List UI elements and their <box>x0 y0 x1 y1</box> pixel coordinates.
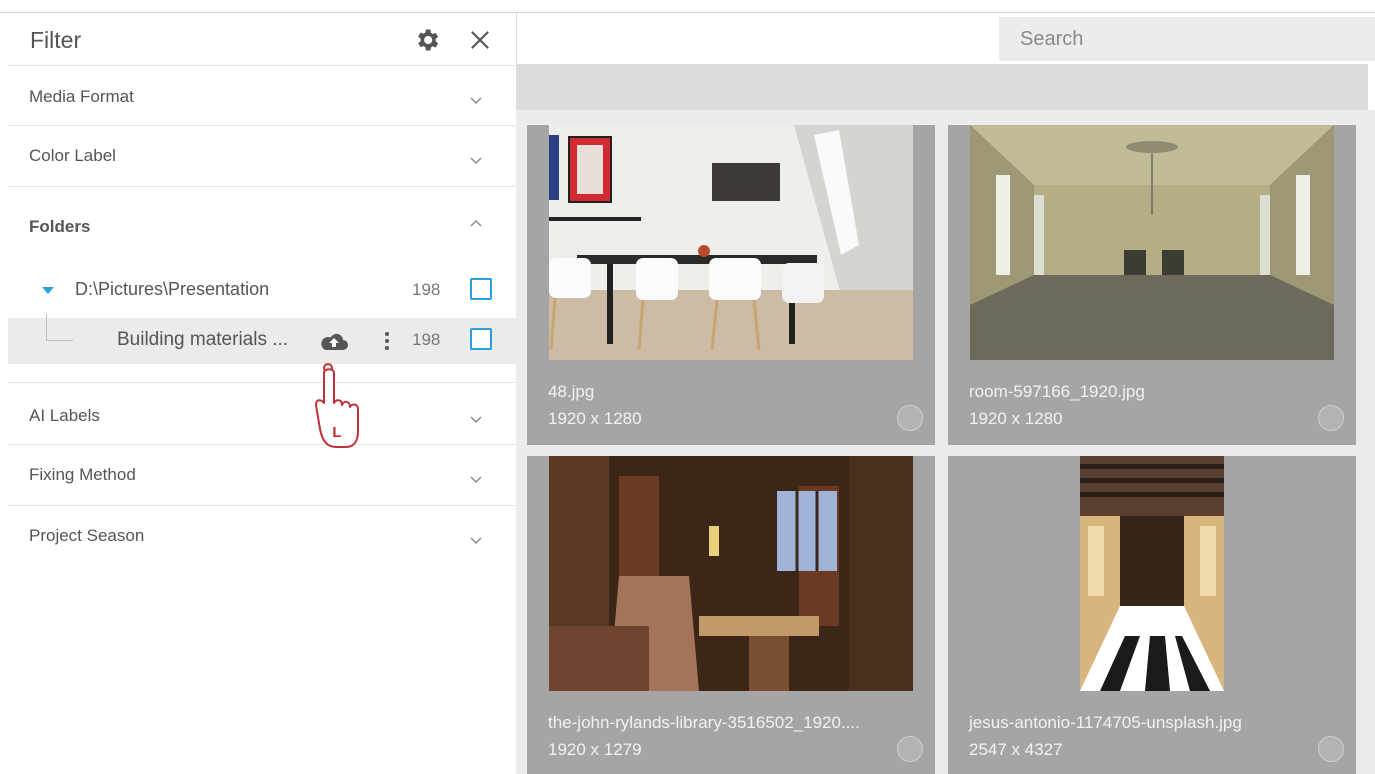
chevron-down-icon[interactable] <box>468 92 484 108</box>
select-radio[interactable] <box>1318 405 1344 431</box>
image-dimensions: 1920 x 1280 <box>969 409 1063 428</box>
filter-header: Filter <box>8 13 516 65</box>
hand-cursor-icon: L <box>315 363 359 448</box>
expand-triangle-icon[interactable] <box>42 287 54 294</box>
section-color-label[interactable]: Color Label <box>8 125 516 187</box>
select-radio[interactable] <box>1318 736 1344 762</box>
folder-checkbox[interactable] <box>470 328 492 350</box>
image-card[interactable]: room-597166_1920.jpg 1920 x 1280 <box>948 125 1356 445</box>
section-label[interactable]: Folders <box>29 217 90 237</box>
image-dimensions: 2547 x 4327 <box>969 740 1063 759</box>
folder-tree-child[interactable]: Building materials ... 198 <box>8 314 516 364</box>
image-filename: 48.jpg <box>548 382 595 401</box>
chevron-down-icon[interactable] <box>468 471 484 487</box>
image-dimensions: 1920 x 1280 <box>548 409 642 428</box>
more-vertical-icon[interactable] <box>382 330 392 352</box>
image-thumbnail[interactable] <box>970 125 1334 360</box>
chevron-down-icon[interactable] <box>468 411 484 427</box>
select-radio[interactable] <box>897 736 923 762</box>
select-radio[interactable] <box>897 405 923 431</box>
chevron-down-icon[interactable] <box>468 152 484 168</box>
image-grid: 48.jpg 1920 x 1280 room-597166_1920.jpg … <box>516 110 1375 774</box>
image-card[interactable]: 48.jpg 1920 x 1280 <box>527 125 935 445</box>
image-filename: jesus-antonio-1174705-unsplash.jpg <box>969 713 1242 732</box>
section-label: Media Format <box>29 87 134 106</box>
section-label: AI Labels <box>29 406 100 425</box>
close-icon[interactable] <box>466 26 494 54</box>
tree-connector <box>46 314 73 341</box>
section-project-season[interactable]: Project Season <box>8 505 516 566</box>
gear-icon[interactable] <box>413 26 441 54</box>
image-thumbnail[interactable] <box>970 456 1334 691</box>
section-media-format[interactable]: Media Format <box>8 65 516 126</box>
section-ai-labels[interactable]: AI Labels <box>8 382 516 445</box>
filter-panel: Filter Media Format Color Label Folders … <box>0 13 517 774</box>
folder-count: 198 <box>412 330 441 349</box>
image-dimensions: 1920 x 1279 <box>548 740 642 759</box>
image-thumbnail[interactable] <box>549 456 913 691</box>
folder-checkbox[interactable] <box>470 278 492 300</box>
image-card[interactable]: the-john-rylands-library-3516502_1920...… <box>527 456 935 774</box>
folder-count: 198 <box>412 280 441 299</box>
cursor-label: L <box>332 424 341 441</box>
chevron-up-icon[interactable] <box>468 216 484 232</box>
section-fixing-method[interactable]: Fixing Method <box>8 444 516 506</box>
folder-label: D:\Pictures\Presentation <box>75 279 270 299</box>
image-filename: room-597166_1920.jpg <box>969 382 1145 401</box>
section-label: Color Label <box>29 146 116 165</box>
section-label: Fixing Method <box>29 465 136 484</box>
search-box[interactable] <box>999 17 1375 61</box>
image-thumbnail[interactable] <box>549 125 913 360</box>
content-toolbar <box>516 64 1368 110</box>
filter-title: Filter <box>30 27 82 53</box>
cloud-upload-icon[interactable] <box>319 329 349 353</box>
chevron-down-icon[interactable] <box>468 532 484 548</box>
section-label: Project Season <box>29 526 145 545</box>
folder-tree-root[interactable]: D:\Pictures\Presentation 198 <box>8 268 516 314</box>
search-input[interactable] <box>999 17 1375 61</box>
image-filename: the-john-rylands-library-3516502_1920...… <box>548 713 860 732</box>
image-card[interactable]: jesus-antonio-1174705-unsplash.jpg 2547 … <box>948 456 1356 774</box>
folder-label: Building materials ... <box>117 329 289 350</box>
